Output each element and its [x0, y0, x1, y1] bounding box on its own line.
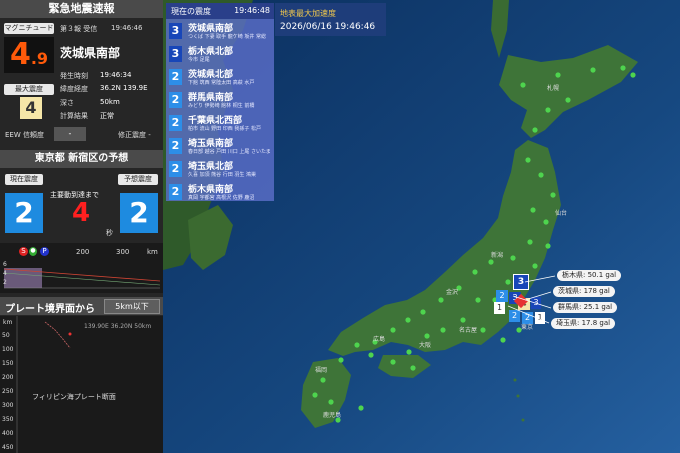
magnitude-value: 4.9	[4, 37, 54, 73]
city-label: 仙台	[555, 210, 568, 217]
forecast-title: 東京都 新宿区の予想	[0, 150, 163, 168]
row-intensity: 3	[169, 46, 182, 62]
plate-header: プレート境界面から 5km以下	[0, 297, 163, 315]
eew-reliability-value: -	[54, 127, 86, 141]
eew-title: 緊急地震速報	[0, 0, 163, 18]
arrival-seconds: 4	[72, 198, 91, 228]
plate-name: フィリピン海プレート断面	[32, 393, 116, 401]
calc-result: 正常	[100, 112, 114, 120]
list-item[interactable]: 2 栃木県南部 真岡 宇都宮 高根沢 佐野 鹿沼	[166, 181, 274, 204]
corrected-intensity: 修正震度 -	[118, 131, 151, 139]
report-time: 19:46:46	[111, 24, 143, 32]
plate-profile-svg	[16, 316, 72, 453]
row-cities: 久喜 加須 熊谷 行田 羽生 鴻巣	[188, 172, 256, 178]
current-intensity-label: 現在震度	[5, 174, 43, 185]
origin-time: 19:46:34	[100, 71, 132, 79]
latlon-label: 緯度経度	[60, 85, 88, 93]
city-label: 広島	[373, 336, 386, 343]
wave-graph: S ● P 200 300 km 6 4 2	[0, 243, 163, 293]
max-intensity-label: 最大震度	[4, 84, 54, 95]
plate-section: km 139.90E 36.20N 50km 50 100 150 200 250 300…	[0, 316, 163, 453]
list-item[interactable]: 2 千葉県北西部 柏市 流山 野田 印西 我孫子 松戸	[166, 112, 274, 135]
distance-unit: km	[147, 248, 158, 256]
row-cities: みどり 伊勢崎 館林 桐生 前橋	[188, 103, 255, 109]
depth-filter-button[interactable]: 5km以下	[104, 299, 160, 314]
row-intensity: 2	[169, 69, 182, 85]
gal-label-ibaraki: 茨城県: 178 gal	[553, 286, 615, 297]
row-cities: 今市 足尾	[188, 57, 210, 63]
row-intensity: 2	[169, 184, 182, 200]
list-item[interactable]: 2 埼玉県南部 春日部 越谷 戸田 川口 上尾 さいたま	[166, 135, 274, 158]
row-intensity: 2	[169, 138, 182, 154]
list-item[interactable]: 3 栃木県北部 今市 足尾	[166, 43, 274, 66]
max-intensity-value: 4	[20, 97, 42, 119]
gal-label-saitama: 埼玉県: 17.8 gal	[551, 318, 616, 329]
city-label: 金沢	[446, 289, 459, 296]
forecast-intensity-value: 2	[120, 193, 158, 233]
calc-label: 計算結果	[60, 112, 88, 120]
list-item[interactable]: 3 茨城県南部 つくば 下妻 取手 龍ケ崎 坂井 常総	[166, 20, 274, 43]
list-item[interactable]: 2 茨城県北部 下館 筑西 常陸太田 高萩 水戸	[166, 66, 274, 89]
row-cities: 柏市 流山 野田 印西 我孫子 松戸	[188, 126, 261, 132]
y-tick: 2	[3, 279, 7, 286]
city-label: 福岡	[315, 367, 328, 374]
current-intensity-value: 2	[5, 193, 43, 233]
y-tick: 4	[3, 270, 7, 277]
s-wave-marker: S	[19, 247, 28, 256]
row-intensity: 2	[169, 92, 182, 108]
list-title: 現在の震度	[171, 7, 211, 16]
y-tick: 6	[3, 261, 7, 268]
depth-value: 50km	[100, 98, 120, 106]
row-cities: つくば 下妻 取手 龍ケ崎 坂井 常総	[188, 34, 266, 40]
row-intensity: 3	[169, 23, 182, 39]
magnitude-label: マグニチュード	[4, 23, 54, 34]
distance-tick: 200	[76, 248, 90, 256]
plate-title: プレート境界面から	[5, 304, 95, 315]
epicenter-marker-icon: ●	[29, 247, 37, 256]
row-cities: 春日部 越谷 戸田 川口 上尾 さいたま	[188, 149, 271, 155]
forecast-intensity-label: 予想震度	[118, 174, 158, 185]
list-item[interactable]: 2 埼玉県北部 久喜 加須 熊谷 行田 羽生 鴻巣	[166, 158, 274, 181]
city-label: 新潟	[491, 252, 504, 259]
latlon: 36.2N 139.9E	[100, 84, 148, 92]
p-wave-marker: P	[40, 247, 49, 256]
row-cities: 真岡 宇都宮 高根沢 佐野 鹿沼	[188, 195, 255, 201]
seconds-unit: 秒	[106, 229, 113, 237]
row-intensity: 2	[169, 115, 182, 131]
left-panel: 緊急地震速報 マグニチュード 第３報 受信 19:46:46 4.9 茨城県南部…	[0, 0, 163, 453]
report-number: 第３報 受信	[60, 25, 98, 33]
city-label: 鹿児島	[323, 412, 342, 419]
list-time: 19:46:48	[234, 6, 270, 15]
origin-label: 発生時刻	[60, 72, 88, 80]
distance-tick: 300	[116, 248, 130, 256]
city-label: 大阪	[419, 342, 432, 349]
list-header: 現在の震度 19:46:48	[166, 3, 274, 19]
current-intensity-list[interactable]: 現在の震度 19:46:48 3 茨城県南部 つくば 下妻 取手 龍ケ崎 坂井 常総…	[166, 3, 274, 201]
list-item[interactable]: 2 群馬県南部 みどり 伊勢崎 館林 桐生 前橋	[166, 89, 274, 112]
city-label: 札幌	[547, 85, 560, 92]
depth-label: 深さ	[60, 99, 74, 107]
city-label: 名古屋	[459, 327, 478, 334]
gal-label-gunma: 群馬県: 25.1 gal	[553, 302, 618, 313]
row-cities: 下館 筑西 常陸太田 高萩 水戸	[188, 80, 255, 86]
row-intensity: 2	[169, 161, 182, 177]
gal-label-tochigi: 栃木県: 50.1 gal	[557, 270, 622, 281]
epicenter-region: 茨城県南部	[60, 46, 121, 60]
city-label: 東京	[521, 324, 534, 331]
eew-reliability-label: EEW 信頼度	[5, 131, 44, 139]
